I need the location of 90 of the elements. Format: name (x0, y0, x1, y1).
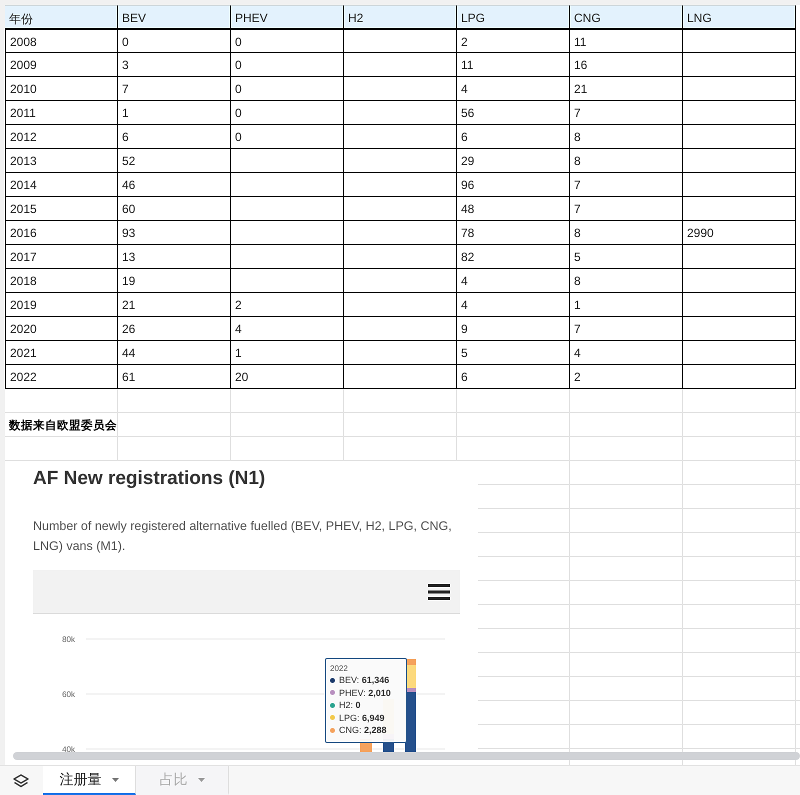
table-cell: 52 (118, 149, 231, 173)
table-cell: 78 (457, 221, 570, 245)
table-cell: 5 (457, 341, 570, 365)
table-cell: 7 (570, 101, 683, 125)
table-cell: 2008 (5, 29, 118, 53)
table-cell: 4 (570, 341, 683, 365)
table-cell: 8 (570, 125, 683, 149)
chart-title: AF New registrations (N1) (33, 468, 266, 490)
table-cell: 4 (457, 77, 570, 101)
table-cell: 0 (118, 29, 231, 53)
table-cell: 8 (570, 269, 683, 293)
table-cell: 20 (231, 365, 344, 389)
table-cell: 2019 (5, 293, 118, 317)
column-header: LPG (457, 5, 570, 29)
table-cell: 4 (231, 317, 344, 341)
table-cell: 13 (118, 245, 231, 269)
table-cell: 2017 (5, 245, 118, 269)
table-cell: 2010 (5, 77, 118, 101)
table-cell: 61 (118, 365, 231, 389)
table-cell: 11 (570, 29, 683, 53)
table-cell: 4 (457, 293, 570, 317)
table-cell: 2013 (5, 149, 118, 173)
table-cell: 2 (570, 365, 683, 389)
table-cell: 11 (457, 53, 570, 77)
table-cell: 8 (570, 149, 683, 173)
table-cell: 44 (118, 341, 231, 365)
tooltip-entry: CNG: 2,288 (339, 725, 387, 736)
chart-description: Number of newly registered alternative fuelled (BEV, PHEV, H2, LPG, CNG, LNG) vans (M1). (33, 518, 453, 555)
sheet-tab[interactable]: 注册量 (43, 766, 136, 795)
table-cell: 21 (570, 77, 683, 101)
table-cell: 2018 (5, 269, 118, 293)
table-cell: 3 (118, 53, 231, 77)
table-cell: 1 (118, 101, 231, 125)
tooltip-entry: BEV: 61,346 (339, 675, 390, 686)
table-cell: 2012 (5, 125, 118, 149)
table-cell: 60 (118, 197, 231, 221)
table-cell: 48 (457, 197, 570, 221)
column-header: LNG (683, 5, 796, 29)
table-cell: 21 (118, 293, 231, 317)
table-cell: 0 (231, 29, 344, 53)
table-cell: 2009 (5, 53, 118, 77)
table-cell: 2021 (5, 341, 118, 365)
axis-tick-label: 60k (62, 690, 75, 699)
column-header: CNG (570, 5, 683, 29)
table-cell: 0 (231, 53, 344, 77)
table-cell: 6 (457, 125, 570, 149)
column-header: H2 (344, 5, 457, 29)
table-cell: 6 (118, 125, 231, 149)
table-cell: 2016 (5, 221, 118, 245)
column-header: PHEV (231, 5, 344, 29)
table-cell: 19 (118, 269, 231, 293)
table-cell: 2022 (5, 365, 118, 389)
table-cell: 7 (118, 77, 231, 101)
tooltip-title: 2022 (330, 664, 349, 673)
tooltip-entry: H2: 0 (339, 700, 361, 710)
column-header: 年份 (5, 5, 118, 29)
table-cell: 2014 (5, 173, 118, 197)
table-cell: 7 (570, 197, 683, 221)
table-cell: 0 (231, 77, 344, 101)
table-cell: 2020 (5, 317, 118, 341)
table-cell: 7 (570, 317, 683, 341)
table-cell: 1 (570, 293, 683, 317)
table-cell: 5 (570, 245, 683, 269)
table-cell: 29 (457, 149, 570, 173)
table-cell: 2990 (683, 221, 796, 245)
table-cell: 2015 (5, 197, 118, 221)
table-cell: 6 (457, 365, 570, 389)
tooltip-entry: LPG: 6,949 (339, 712, 385, 723)
table-cell: 16 (570, 53, 683, 77)
table-cell: 2011 (5, 101, 118, 125)
table-cell: 2 (231, 293, 344, 317)
table-cell: 26 (118, 317, 231, 341)
note-text: 数据来自欧盟委员会 (9, 420, 117, 432)
table-cell: 0 (231, 101, 344, 125)
table-cell: 46 (118, 173, 231, 197)
table-cell: 7 (570, 173, 683, 197)
axis-tick-label: 40k (62, 745, 75, 754)
table-cell: 0 (231, 125, 344, 149)
table-cell: 8 (570, 221, 683, 245)
table-cell: 93 (118, 221, 231, 245)
tooltip-entry: PHEV: 2,010 (339, 688, 391, 698)
table-cell: 1 (231, 341, 344, 365)
table-cell: 4 (457, 269, 570, 293)
column-header: BEV (118, 5, 231, 29)
axis-tick-label: 80k (62, 635, 75, 644)
table-cell: 82 (457, 245, 570, 269)
table-cell: 56 (457, 101, 570, 125)
table-cell: 96 (457, 173, 570, 197)
table-cell: 9 (457, 317, 570, 341)
table-cell: 2 (457, 29, 570, 53)
